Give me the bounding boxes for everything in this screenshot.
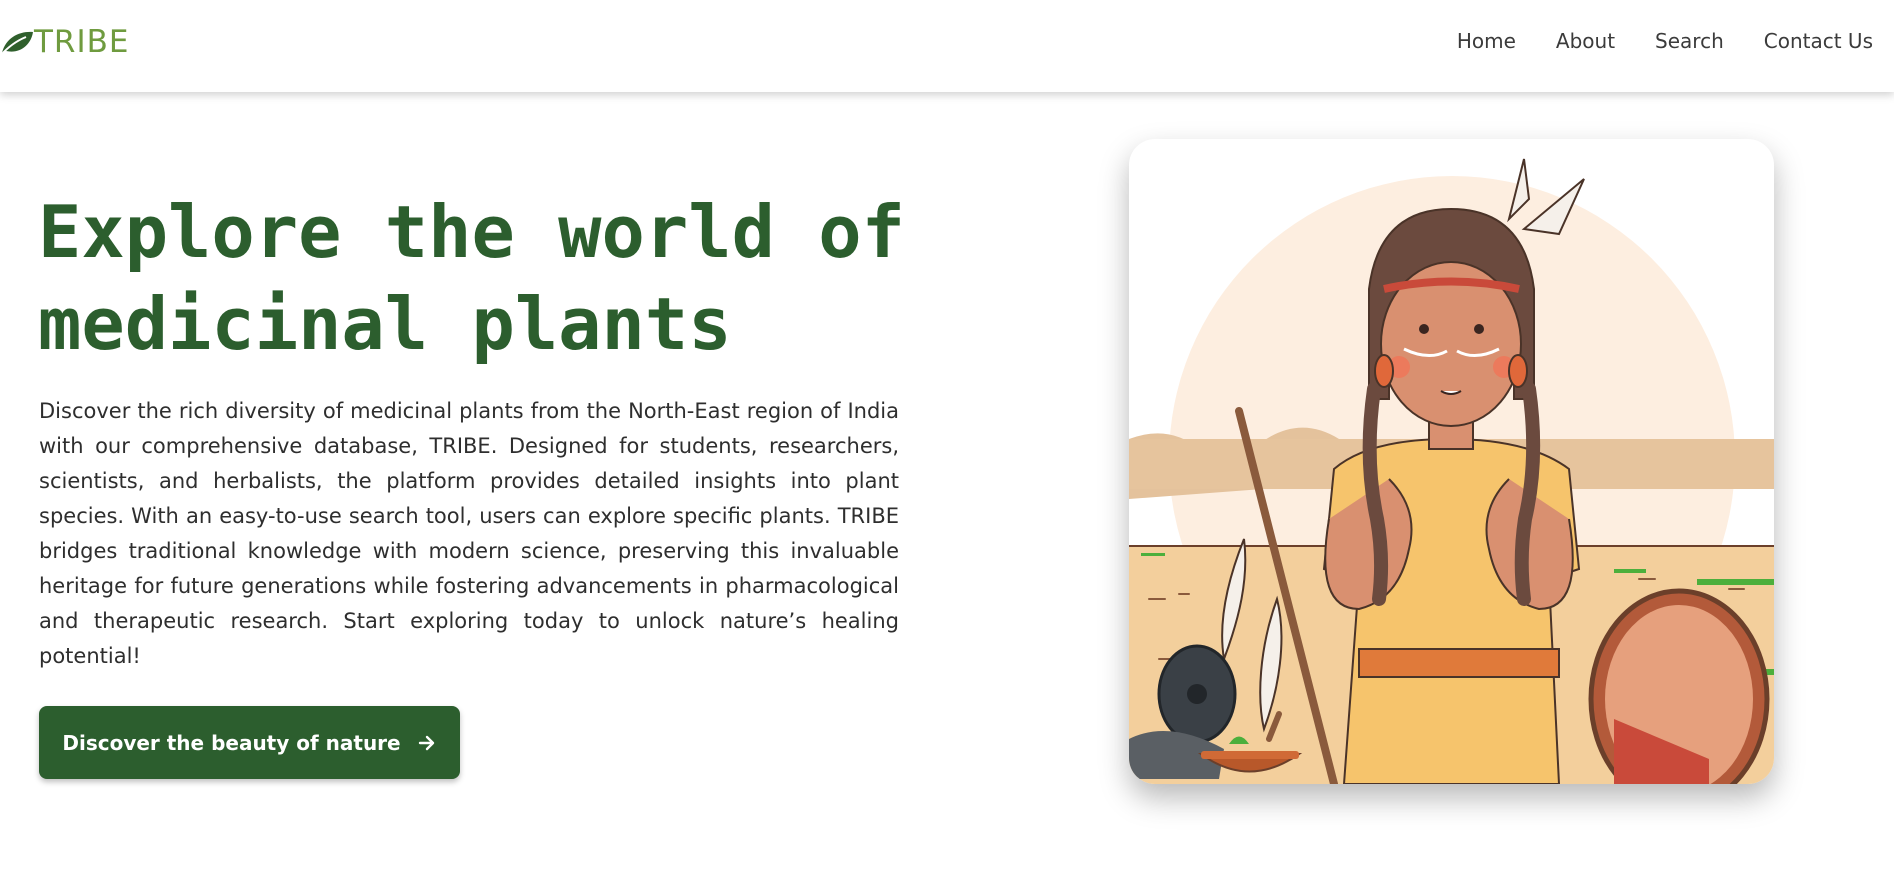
hero-title-line-2: medicinal plants [38,282,732,366]
nav-search-link[interactable]: Search [1655,29,1724,53]
discover-button[interactable]: Discover the beauty of nature [39,706,460,779]
leaf-icon [0,31,33,57]
logo[interactable]: TRIBE [0,22,129,62]
nav-about-link[interactable]: About [1556,29,1615,53]
hero-description: Discover the rich diversity of medicinal… [39,399,899,668]
discover-button-label: Discover the beauty of nature [62,730,401,755]
top-navbar: TRIBE Home About Search Contact Us [0,0,1894,92]
figure-dress [1322,437,1581,784]
nav-home-link[interactable]: Home [1457,29,1516,53]
main-nav: Home About Search Contact Us [1417,29,1873,53]
shield [1588,588,1770,784]
nav-contact-link[interactable]: Contact Us [1764,29,1873,53]
hero-title: Explore the world of medicinal plants [38,186,938,370]
hero-illustration [1129,139,1774,784]
arrow-right-icon [417,733,437,753]
logo-text: TRIBE [34,24,130,60]
hero-title-line-1: Explore the world of [38,190,905,274]
